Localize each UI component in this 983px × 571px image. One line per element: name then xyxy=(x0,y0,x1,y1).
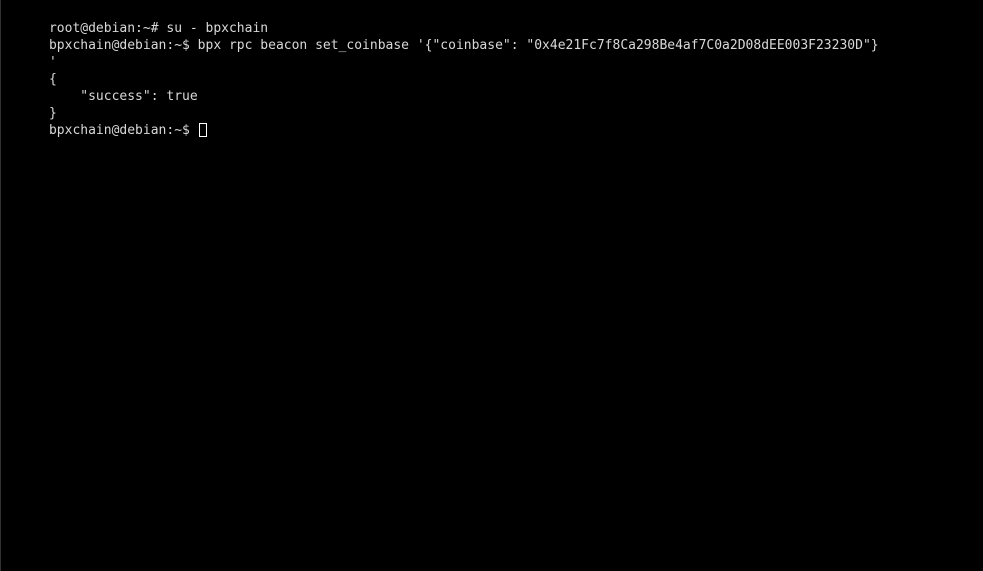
terminal-line-4-text: { xyxy=(48,72,57,87)
terminal-window[interactable]: root@debian:~# su - bpxchain bpxchain@de… xyxy=(0,0,983,571)
window-left-edge xyxy=(0,0,1,571)
terminal-line-1-text: root@debian:~# su - bpxchain xyxy=(48,21,269,36)
terminal-line-2-text: bpxchain@debian:~$ bpx rpc beacon set_co… xyxy=(48,38,879,53)
terminal-line-4: { xyxy=(2,54,983,87)
terminal-line-7: bpxchain@debian:~$ xyxy=(2,105,983,138)
terminal-line-5: "success": true xyxy=(2,71,983,104)
terminal-cursor[interactable] xyxy=(198,123,207,137)
terminal-line-3-text: ' xyxy=(48,55,57,70)
terminal-prompt-active: bpxchain@debian:~$ xyxy=(48,123,198,138)
terminal-line-5-text: "success": true xyxy=(48,89,198,104)
terminal-screen[interactable]: root@debian:~# su - bpxchain bpxchain@de… xyxy=(2,3,983,571)
terminal-line-6-text: } xyxy=(48,106,57,121)
terminal-line-1: root@debian:~# su - bpxchain xyxy=(2,3,983,36)
